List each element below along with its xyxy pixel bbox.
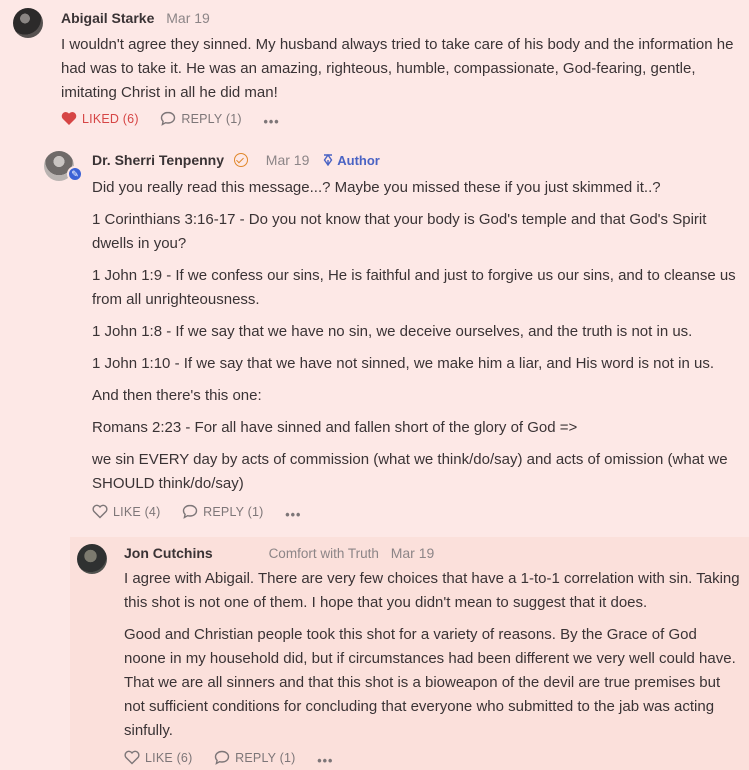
comment-body: I agree with Abigail. There are very few… bbox=[124, 567, 742, 751]
comment-paragraph: I agree with Abigail. There are very few… bbox=[124, 570, 740, 611]
like-label: LIKE (4) bbox=[113, 504, 161, 519]
speech-bubble-icon bbox=[214, 750, 230, 765]
comment-paragraph: we sin EVERY day by acts of commission (… bbox=[92, 451, 728, 492]
like-button[interactable]: LIKED (6) bbox=[61, 111, 139, 126]
comment-paragraph: 1 Corinthians 3:16-17 - Do you not know … bbox=[92, 211, 707, 252]
comment-actions: LIKE (6) REPLY (1) ••• bbox=[124, 750, 351, 768]
comment-tagline: Comfort with Truth bbox=[268, 546, 379, 561]
comment-body: I wouldn't agree they sinned. My husband… bbox=[61, 33, 741, 113]
speech-bubble-icon bbox=[161, 111, 176, 126]
heart-icon bbox=[92, 504, 108, 519]
verified-check-icon bbox=[233, 153, 248, 167]
reply-button[interactable]: REPLY (1) bbox=[214, 750, 295, 765]
comment-author[interactable]: Abigail Starke bbox=[61, 10, 154, 26]
heart-icon bbox=[124, 750, 140, 765]
comment-paragraph: Did you really read this message...? May… bbox=[92, 179, 661, 196]
reply-button[interactable]: REPLY (1) bbox=[160, 111, 242, 126]
reply-label: REPLY (1) bbox=[235, 750, 296, 765]
comment-paragraph: And then there's this one: bbox=[92, 387, 262, 404]
avatar[interactable] bbox=[13, 8, 43, 38]
comment-paragraph: I wouldn't agree they sinned. My husband… bbox=[61, 36, 734, 101]
comment-paragraph: 1 John 1:9 - If we confess our sins, He … bbox=[92, 267, 736, 308]
comment-body: Did you really read this message...? May… bbox=[92, 176, 742, 504]
comment-date[interactable]: Mar 19 bbox=[166, 10, 210, 26]
comment-paragraph: 1 John 1:10 - If we say that we have not… bbox=[92, 355, 714, 372]
author-tag-label: Author bbox=[337, 153, 380, 168]
more-options-button[interactable]: ••• bbox=[317, 754, 333, 768]
comment-paragraph: Good and Christian people took this shot… bbox=[124, 626, 736, 739]
heart-icon bbox=[61, 112, 77, 125]
more-options-button[interactable]: ••• bbox=[285, 508, 301, 522]
reply-label: REPLY (1) bbox=[181, 111, 242, 126]
comment-paragraph: 1 John 1:8 - If we say that we have no s… bbox=[92, 323, 693, 340]
like-button[interactable]: LIKE (4) bbox=[92, 504, 160, 519]
comment-date[interactable]: Mar 19 bbox=[266, 152, 310, 168]
like-button[interactable]: LIKE (6) bbox=[124, 750, 192, 765]
pen-nib-icon bbox=[323, 153, 333, 167]
like-label: LIKE (6) bbox=[145, 750, 193, 765]
comment-paragraph: Romans 2:23 - For all have sinned and fa… bbox=[92, 419, 578, 436]
like-label: LIKED (6) bbox=[82, 111, 139, 126]
author-badge-icon: ✎ bbox=[67, 166, 83, 182]
comment-author[interactable]: Jon Cutchins bbox=[124, 545, 213, 561]
reply-button[interactable]: REPLY (1) bbox=[182, 504, 263, 519]
comment-date[interactable]: Mar 19 bbox=[391, 545, 435, 561]
speech-bubble-icon bbox=[182, 504, 198, 519]
more-options-button[interactable]: ••• bbox=[263, 115, 279, 129]
reply-label: REPLY (1) bbox=[203, 504, 264, 519]
comment-actions: LIKED (6) REPLY (1) ••• bbox=[61, 111, 298, 129]
comment-actions: LIKE (4) REPLY (1) ••• bbox=[92, 504, 319, 522]
author-tag: Author bbox=[323, 153, 380, 168]
avatar[interactable] bbox=[77, 544, 107, 574]
comment-author[interactable]: Dr. Sherri Tenpenny bbox=[92, 152, 224, 168]
